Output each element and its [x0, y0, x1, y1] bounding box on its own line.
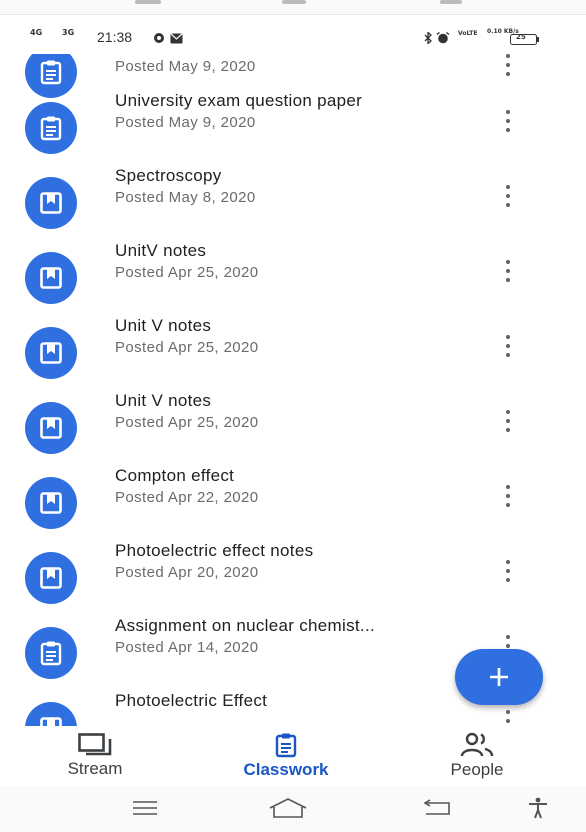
people-icon	[460, 732, 494, 757]
battery-level: 25	[516, 33, 526, 41]
back-icon[interactable]	[420, 794, 454, 822]
alarm-icon	[436, 31, 450, 44]
more-options-icon[interactable]	[500, 410, 516, 432]
material-icon	[25, 702, 77, 726]
classwork-item[interactable]: UnitV notes Posted Apr 25, 2020	[0, 241, 586, 327]
tab-stream[interactable]: Stream	[52, 726, 138, 786]
tab-people-label: People	[450, 760, 504, 779]
more-options-icon[interactable]	[500, 54, 516, 76]
item-title: Unit V notes	[115, 316, 212, 335]
material-icon	[25, 327, 77, 379]
system-navigation-bar	[0, 786, 586, 832]
classwork-item[interactable]: Unit V notes Posted Apr 25, 2020	[0, 316, 586, 402]
more-options-icon[interactable]	[500, 110, 516, 132]
item-title: University exam question paper	[115, 91, 363, 110]
item-date: Posted May 9, 2020	[115, 58, 256, 75]
tab-people[interactable]: People	[432, 726, 522, 786]
item-date: Posted May 9, 2020	[115, 114, 256, 131]
more-options-icon[interactable]	[500, 485, 516, 507]
material-icon	[25, 252, 77, 304]
material-icon	[25, 552, 77, 604]
status-time: 21:38	[97, 29, 133, 45]
item-title: Photoelectric effect notes	[115, 541, 314, 560]
mail-icon	[170, 31, 183, 44]
item-title: Spectroscopy	[115, 166, 222, 185]
item-title: Assignment on nuclear chemist...	[115, 616, 375, 635]
menu-icon[interactable]	[128, 794, 162, 822]
item-date: Posted May 8, 2020	[115, 189, 256, 206]
classwork-item[interactable]: Photoelectric Effect	[0, 691, 586, 726]
tab-stream-label: Stream	[67, 759, 123, 778]
home-icon[interactable]	[266, 794, 310, 822]
item-date: Posted Apr 25, 2020	[115, 339, 259, 356]
more-options-icon[interactable]	[500, 185, 516, 207]
item-title: Compton effect	[115, 466, 235, 485]
item-date: Posted Apr 14, 2020	[115, 639, 259, 656]
material-icon	[25, 402, 77, 454]
classwork-item[interactable]: University exam question paper Posted Ma…	[0, 91, 586, 177]
more-options-icon[interactable]	[500, 335, 516, 357]
item-date: Posted Apr 20, 2020	[115, 564, 259, 581]
more-options-icon[interactable]	[500, 710, 516, 726]
status-bar: 4G 3G 21:38 VoLTE 0.10 KB/s 25	[0, 20, 586, 54]
classwork-item[interactable]: Unit V notes Posted Apr 25, 2020	[0, 391, 586, 477]
add-fab-button[interactable]	[455, 649, 543, 705]
item-date: Posted Apr 22, 2020	[115, 489, 259, 506]
plus-icon	[490, 668, 508, 686]
item-date: Posted Apr 25, 2020	[115, 264, 259, 281]
item-title: Photoelectric Effect	[115, 691, 268, 710]
more-options-icon[interactable]	[500, 260, 516, 282]
signal-1-label: 4G	[30, 28, 43, 37]
more-options-icon[interactable]	[500, 560, 516, 582]
assignment-icon	[25, 627, 77, 679]
classwork-item[interactable]: Spectroscopy Posted May 8, 2020	[0, 166, 586, 252]
item-title: UnitV notes	[115, 241, 207, 260]
tab-classwork-label: Classwork	[243, 760, 329, 779]
tab-classwork[interactable]: Classwork	[228, 726, 344, 786]
assignment-icon	[25, 102, 77, 154]
bottom-navigation: Stream Classwork People	[0, 726, 586, 786]
item-date: Posted Apr 25, 2020	[115, 414, 259, 431]
material-icon	[25, 177, 77, 229]
classwork-list: Posted May 9, 2020 University exam quest…	[0, 0, 586, 726]
signal-2-label: 3G	[62, 28, 75, 37]
accessibility-icon[interactable]	[521, 794, 555, 822]
stream-icon	[78, 733, 112, 756]
item-title: Unit V notes	[115, 391, 212, 410]
classwork-icon	[275, 733, 297, 758]
material-icon	[25, 477, 77, 529]
sync-icon	[153, 31, 165, 43]
volte-label: VoLTE	[458, 30, 478, 37]
bluetooth-icon	[424, 31, 436, 45]
